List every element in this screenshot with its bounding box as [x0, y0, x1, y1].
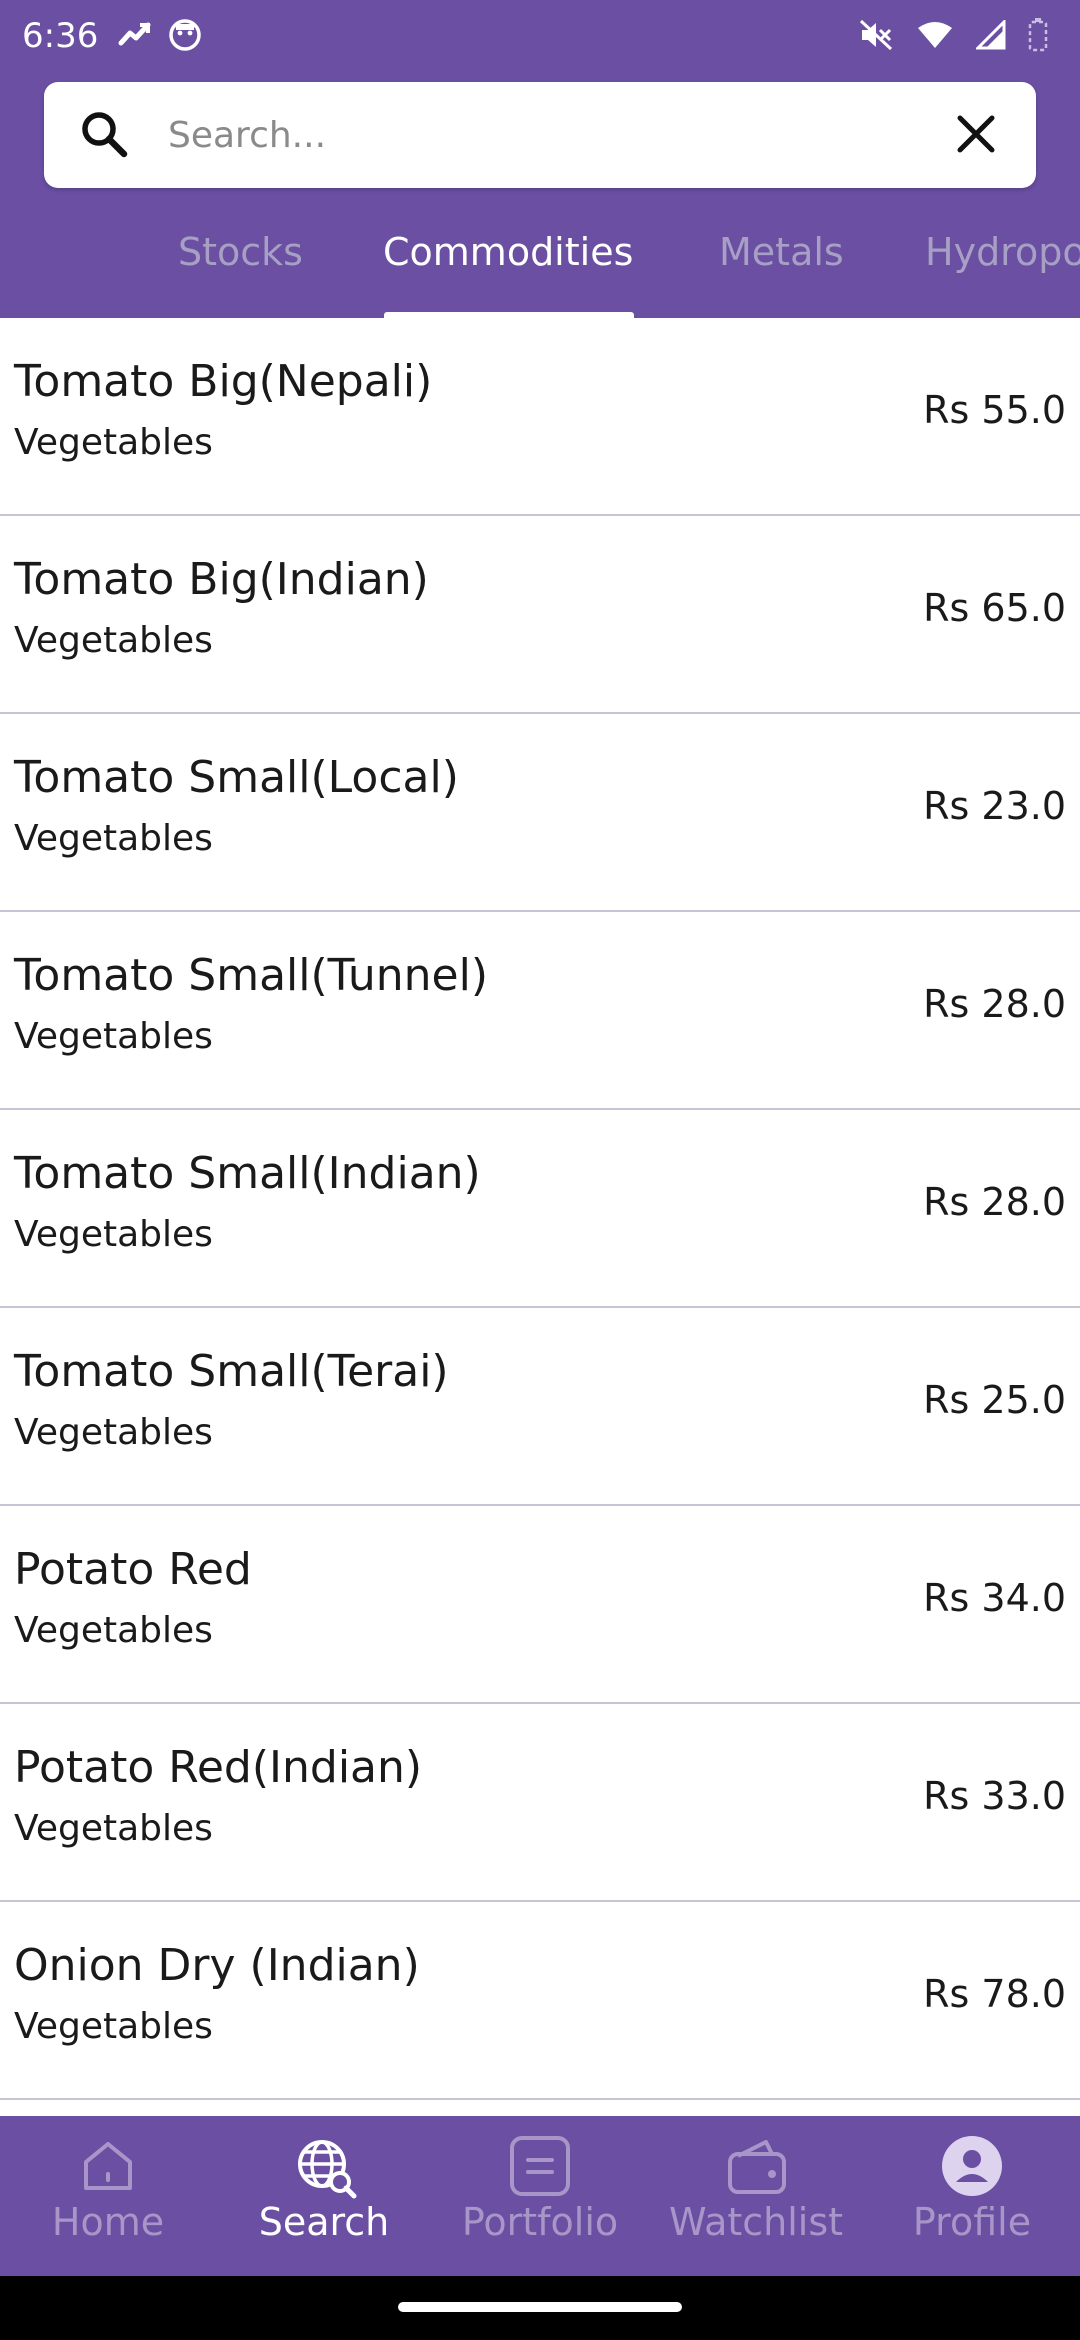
- list-item[interactable]: Potato Red Vegetables Rs 34.0: [0, 1506, 1080, 1704]
- item-category: Vegetables: [14, 620, 213, 661]
- list-item[interactable]: Tomato Small(Terai) Vegetables Rs 25.0: [0, 1308, 1080, 1506]
- item-category: Vegetables: [14, 1412, 213, 1453]
- item-category: Vegetables: [14, 1016, 213, 1057]
- item-name: Tomato Big(Nepali): [14, 356, 433, 407]
- mute-icon: [858, 18, 894, 52]
- item-price: Rs 55.0: [923, 388, 1066, 432]
- item-name: Potato Red(Indian): [14, 1742, 423, 1793]
- globe-search-icon: [294, 2136, 357, 2199]
- wifi-icon: [916, 20, 954, 50]
- nav-watchlist[interactable]: Watchlist: [648, 2116, 864, 2276]
- item-name: Onion Dry (Indian): [14, 1940, 420, 1991]
- item-price: Rs 25.0: [923, 1378, 1066, 1422]
- status-bar: 6:36: [0, 0, 1080, 76]
- item-category: Vegetables: [14, 1610, 213, 1651]
- commodity-list[interactable]: Tomato Big(Nepali) Vegetables Rs 55.0 To…: [0, 318, 1080, 2100]
- portfolio-icon: [510, 2136, 570, 2196]
- home-icon: [78, 2136, 138, 2196]
- list-item[interactable]: Onion Dry (Indian) Vegetables Rs 78.0: [0, 1902, 1080, 2100]
- item-name: Tomato Small(Terai): [14, 1346, 449, 1397]
- close-icon[interactable]: [954, 112, 998, 160]
- trend-icon: [118, 18, 152, 61]
- nav-search-label: Search: [258, 2200, 390, 2244]
- nav-watchlist-label: Watchlist: [668, 2200, 844, 2244]
- list-item[interactable]: Tomato Small(Local) Vegetables Rs 23.0: [0, 714, 1080, 912]
- list-item[interactable]: Potato Red(Indian) Vegetables Rs 33.0: [0, 1704, 1080, 1902]
- tab-stocks[interactable]: Stocks: [178, 230, 303, 274]
- app-header: 6:36 Search... Stocks Commodities Metals…: [0, 0, 1080, 318]
- list-item[interactable]: Tomato Big(Indian) Vegetables Rs 65.0: [0, 516, 1080, 714]
- tab-commodities[interactable]: Commodities: [383, 230, 633, 274]
- item-name: Tomato Small(Indian): [14, 1148, 481, 1199]
- search-bar[interactable]: [44, 82, 1036, 188]
- item-price: Rs 65.0: [923, 586, 1066, 630]
- item-category: Vegetables: [14, 818, 213, 859]
- list-item[interactable]: Tomato Big(Nepali) Vegetables Rs 55.0: [0, 318, 1080, 516]
- status-time: 6:36: [22, 16, 99, 56]
- item-category: Vegetables: [14, 2006, 213, 2047]
- item-category: Vegetables: [14, 422, 213, 463]
- battery-icon: [1028, 18, 1048, 52]
- item-name: Tomato Small(Tunnel): [14, 950, 488, 1001]
- item-name: Tomato Small(Local): [14, 752, 459, 803]
- list-item[interactable]: Tomato Small(Indian) Vegetables Rs 28.0: [0, 1110, 1080, 1308]
- profile-icon: [942, 2136, 1002, 2196]
- list-item[interactable]: Tomato Small(Tunnel) Vegetables Rs 28.0: [0, 912, 1080, 1110]
- nav-profile[interactable]: Profile: [864, 2116, 1080, 2276]
- item-category: Vegetables: [14, 1808, 213, 1849]
- item-name: Tomato Big(Indian): [14, 554, 429, 605]
- bottom-navigation: Home Search Portfolio Watchlist Profile: [0, 2116, 1080, 2276]
- signal-icon: [976, 20, 1006, 50]
- nav-profile-label: Profile: [912, 2200, 1032, 2244]
- nav-home[interactable]: Home: [0, 2116, 216, 2276]
- item-price: Rs 34.0: [923, 1576, 1066, 1620]
- item-price: Rs 33.0: [923, 1774, 1066, 1818]
- category-tabs: Stocks Commodities Metals Hydropo: [0, 220, 1080, 318]
- search-icon[interactable]: [78, 108, 130, 164]
- item-price: Rs 28.0: [923, 982, 1066, 1026]
- home-gesture-handle[interactable]: [398, 2302, 682, 2312]
- item-price: Rs 23.0: [923, 784, 1066, 828]
- item-name: Potato Red: [14, 1544, 252, 1595]
- nav-portfolio-label: Portfolio: [461, 2200, 619, 2244]
- nav-home-label: Home: [51, 2200, 165, 2244]
- wallet-icon: [726, 2136, 786, 2196]
- nav-search[interactable]: Search: [216, 2116, 432, 2276]
- item-price: Rs 78.0: [923, 1972, 1066, 2016]
- tab-hydropower[interactable]: Hydropo: [925, 230, 1080, 274]
- tab-metals[interactable]: Metals: [719, 230, 844, 274]
- item-price: Rs 28.0: [923, 1180, 1066, 1224]
- nav-portfolio[interactable]: Portfolio: [432, 2116, 648, 2276]
- system-gesture-bar: [0, 2276, 1080, 2340]
- item-category: Vegetables: [14, 1214, 213, 1255]
- search-input[interactable]: [166, 102, 950, 168]
- face-icon: [168, 18, 202, 61]
